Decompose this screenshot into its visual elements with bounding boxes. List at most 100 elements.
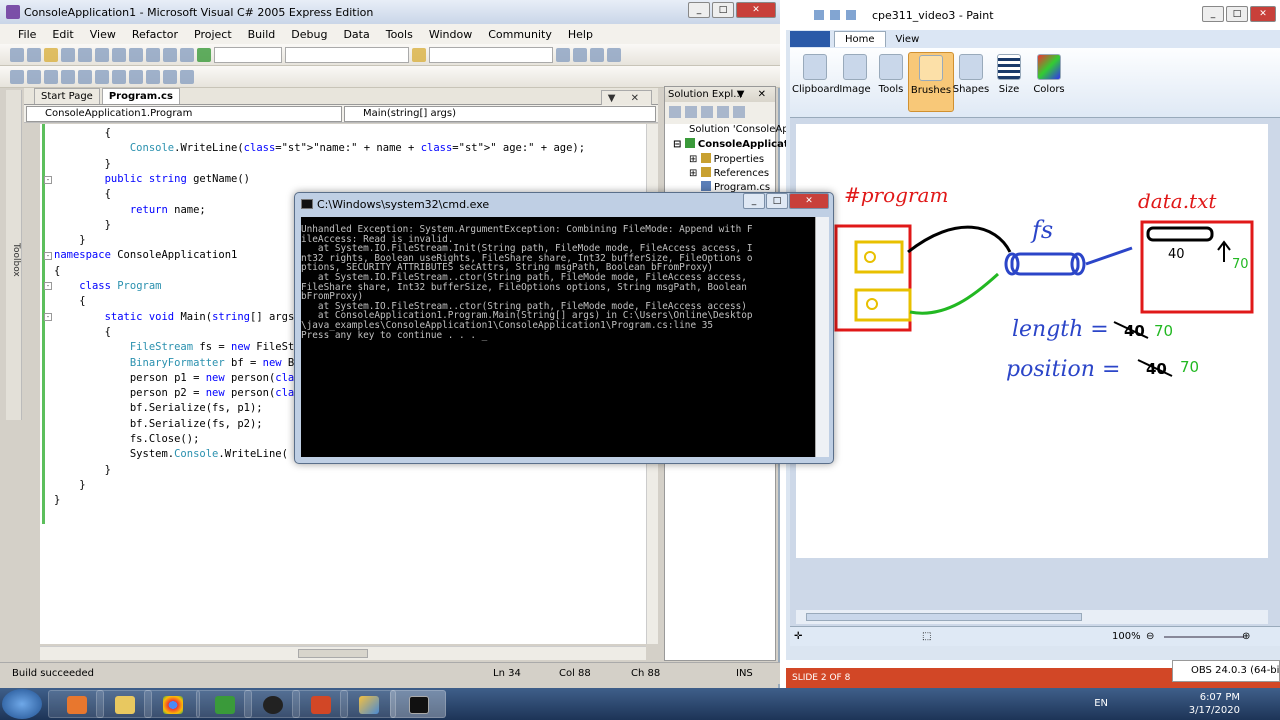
start-debug-icon[interactable] (197, 47, 211, 62)
clock-date[interactable]: 3/17/2020 (1189, 705, 1240, 716)
solution-explorer-icon[interactable] (556, 47, 570, 62)
tab-program-cs[interactable]: Program.cs (101, 88, 180, 104)
tree-project[interactable]: ⊟ ConsoleApplicat (673, 138, 789, 150)
menu-view[interactable]: View (82, 28, 124, 41)
fold-toggle[interactable]: - (44, 282, 52, 290)
menu-debug[interactable]: Debug (283, 28, 335, 41)
bookmark-icon[interactable] (129, 69, 143, 84)
find-icon[interactable] (412, 47, 426, 62)
language-indicator[interactable]: EN (1094, 698, 1108, 709)
paste-icon[interactable] (129, 47, 143, 62)
undo-icon[interactable] (830, 10, 840, 20)
redo-icon[interactable] (846, 10, 856, 20)
console-output[interactable]: Unhandled Exception: System.ArgumentExce… (301, 217, 821, 457)
maximize-button[interactable]: □ (766, 193, 788, 209)
colors-group[interactable]: Colors (1026, 52, 1072, 112)
config-combo[interactable] (214, 46, 282, 63)
class-dropdown[interactable]: ConsoleApplication1.Program (26, 106, 342, 122)
copy-icon[interactable] (112, 47, 126, 62)
view-designer-icon[interactable] (733, 106, 745, 118)
menu-refactor[interactable]: Refactor (124, 28, 186, 41)
next-bookmark-icon[interactable] (163, 69, 177, 84)
tree-solution[interactable]: Solution 'ConsoleAp (689, 124, 789, 135)
close-button[interactable]: ✕ (736, 2, 776, 18)
platform-combo[interactable] (285, 46, 409, 63)
tree-references[interactable]: ⊞ References (689, 167, 769, 179)
undo-icon[interactable] (146, 47, 160, 62)
cut-icon[interactable] (95, 47, 109, 62)
member-dropdown[interactable]: Main(string[] args) (344, 106, 656, 122)
editor-horizontal-scrollbar[interactable] (40, 646, 646, 660)
paint-title-bar[interactable]: cpe311_video3 - Paint _ □ ✕ (786, 0, 1280, 30)
prev-bookmark-icon[interactable] (146, 69, 160, 84)
toolbox-tab[interactable]: Toolbox (6, 90, 22, 420)
clear-bookmarks-icon[interactable] (180, 69, 194, 84)
refresh-icon[interactable] (701, 106, 713, 118)
redo-icon[interactable] (163, 47, 177, 62)
fold-toggle[interactable]: - (44, 252, 52, 260)
paint-canvas[interactable]: #program fs data.txt 40 70 length = 40 7… (796, 124, 1268, 558)
taskbar-cmd[interactable] (390, 690, 446, 718)
cmd-scrollbar[interactable] (815, 217, 829, 457)
menu-edit[interactable]: Edit (44, 28, 81, 41)
indent-icon[interactable] (61, 69, 75, 84)
properties-icon[interactable] (573, 47, 587, 62)
tree-properties[interactable]: ⊞ Properties (689, 153, 764, 165)
tab-start-page[interactable]: Start Page (34, 88, 100, 104)
taskbar-paint[interactable] (340, 690, 396, 718)
scroll-thumb[interactable] (298, 649, 368, 658)
maximize-button[interactable]: □ (712, 2, 734, 18)
scroll-thumb[interactable] (806, 613, 1082, 621)
properties-icon[interactable] (669, 106, 681, 118)
outdent-icon[interactable] (78, 69, 92, 84)
close-button[interactable]: ✕ (1250, 6, 1276, 22)
list-members-icon[interactable] (10, 69, 24, 84)
zoom-out-button[interactable]: ⊖ (1146, 631, 1154, 642)
menu-window[interactable]: Window (421, 28, 480, 41)
object-browser-icon[interactable] (590, 47, 604, 62)
menu-help[interactable]: Help (560, 28, 601, 41)
tab-home[interactable]: Home (834, 31, 886, 47)
paint-menu-button[interactable] (790, 31, 830, 47)
vs-title-bar[interactable]: ConsoleApplication1 - Microsoft Visual C… (0, 0, 780, 24)
minimize-button[interactable]: _ (688, 2, 710, 18)
close-button[interactable]: ✕ (789, 193, 829, 209)
navigate-icon[interactable] (180, 47, 194, 62)
taskbar-chrome[interactable] (144, 690, 200, 718)
menu-tools[interactable]: Tools (378, 28, 421, 41)
menu-file[interactable]: File (10, 28, 44, 41)
toolbox-icon[interactable] (607, 47, 621, 62)
fold-toggle[interactable]: - (44, 176, 52, 184)
start-button[interactable] (2, 689, 42, 719)
find-combo[interactable] (429, 46, 553, 63)
minimize-button[interactable]: _ (743, 193, 765, 209)
clock-time[interactable]: 6:07 PM (1200, 692, 1240, 703)
tab-controls[interactable]: ▼ ✕ (600, 90, 652, 106)
view-code-icon[interactable] (717, 106, 729, 118)
menu-build[interactable]: Build (240, 28, 284, 41)
paint-horizontal-scrollbar[interactable] (796, 610, 1268, 624)
save-icon[interactable] (814, 10, 824, 20)
save-icon[interactable] (61, 47, 75, 62)
cmd-title-bar[interactable]: C:\Windows\system32\cmd.exe _ □ ✕ (295, 193, 833, 215)
panel-controls[interactable]: ▼ ✕ (737, 87, 771, 102)
menu-community[interactable]: Community (480, 28, 560, 41)
parameter-info-icon[interactable] (27, 69, 41, 84)
comment-icon[interactable] (95, 69, 109, 84)
zoom-slider[interactable] (1164, 636, 1244, 638)
tab-view[interactable]: View (886, 32, 930, 47)
restore-button[interactable]: □ (1226, 6, 1248, 22)
minimize-button[interactable]: _ (1202, 6, 1224, 22)
fold-toggle[interactable]: - (44, 313, 52, 321)
menu-data[interactable]: Data (335, 28, 377, 41)
obs-notification[interactable]: OBS 24.0.3 (64-bit, w (1172, 660, 1280, 682)
quick-info-icon[interactable] (44, 69, 58, 84)
open-icon[interactable] (44, 47, 58, 62)
menu-project[interactable]: Project (186, 28, 240, 41)
new-project-icon[interactable] (10, 47, 24, 62)
add-item-icon[interactable] (27, 47, 41, 62)
zoom-in-button[interactable]: ⊕ (1242, 631, 1250, 642)
save-all-icon[interactable] (78, 47, 92, 62)
show-all-files-icon[interactable] (685, 106, 697, 118)
uncomment-icon[interactable] (112, 69, 126, 84)
